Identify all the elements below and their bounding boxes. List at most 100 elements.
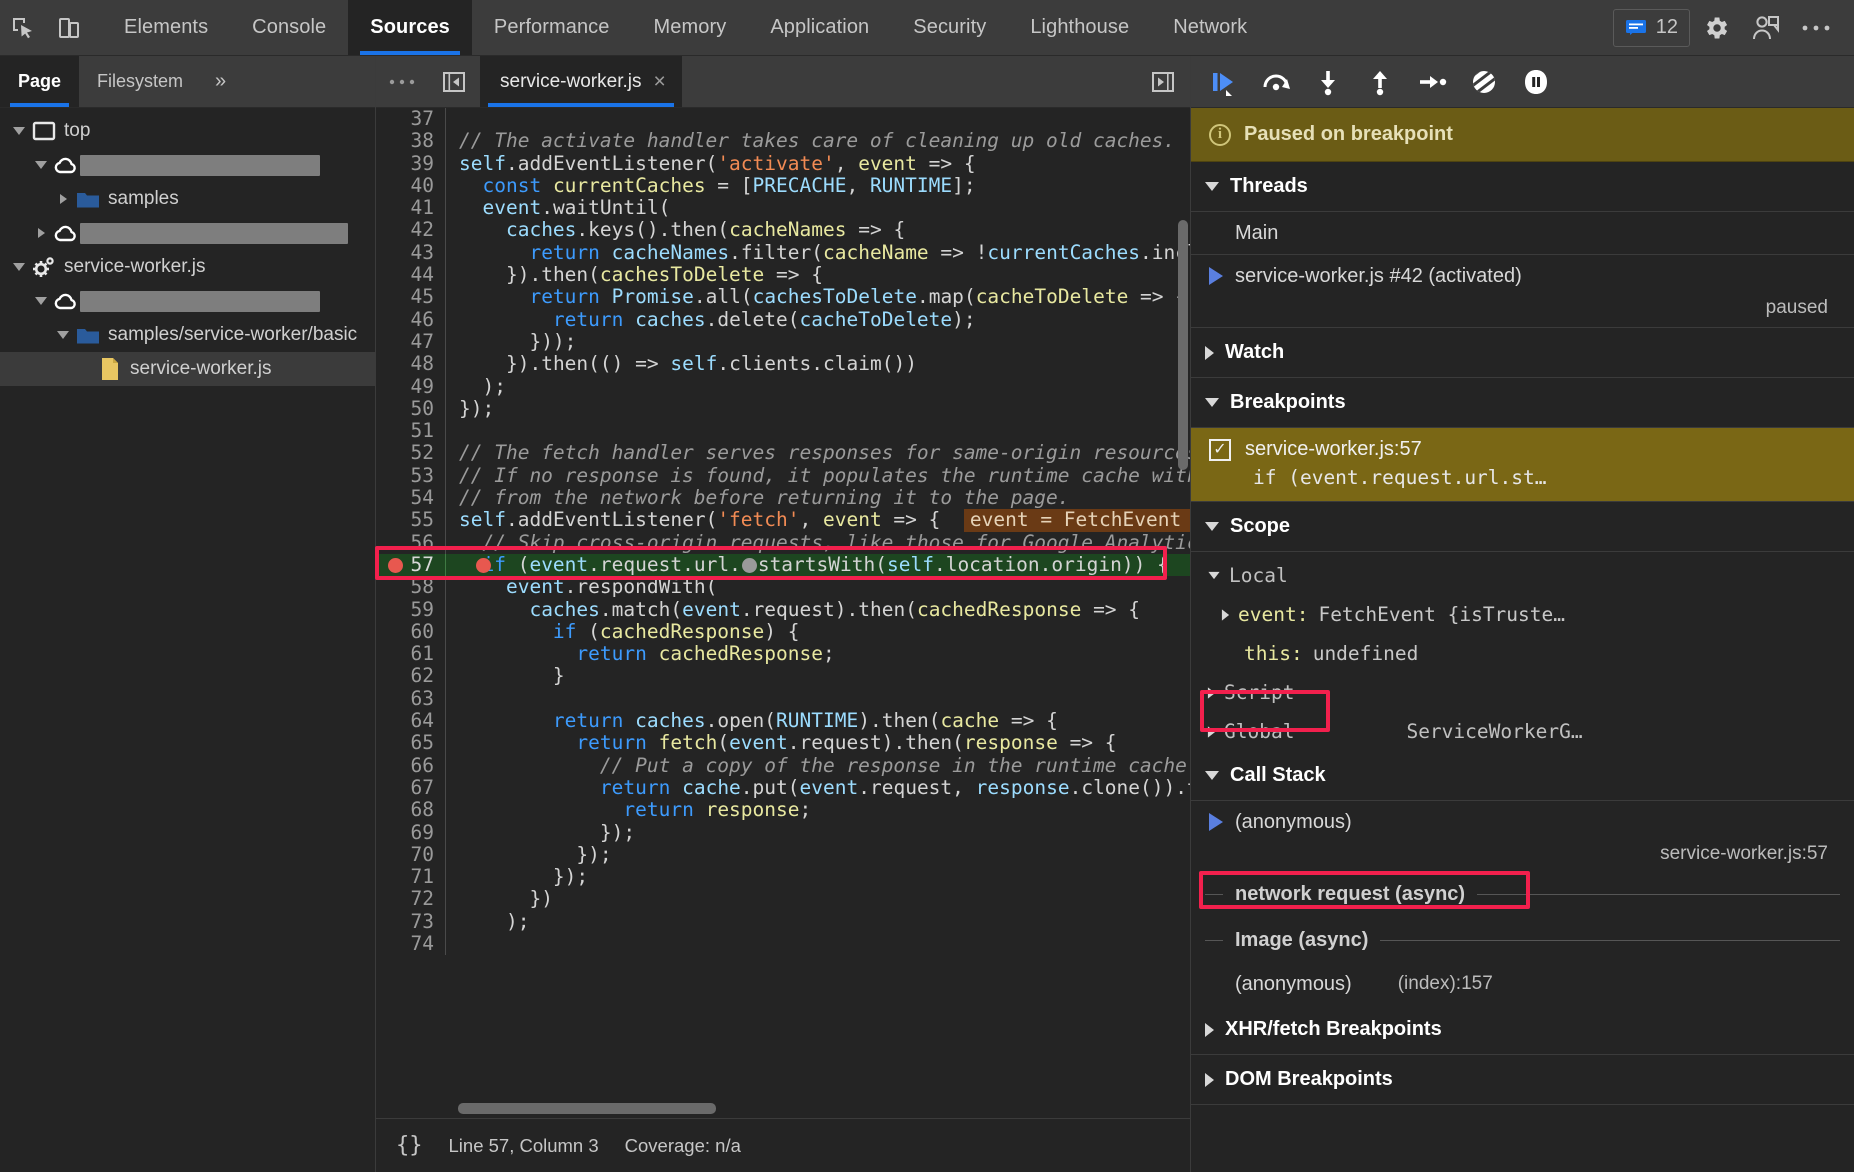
editor-tab-service-worker[interactable]: service-worker.js ×: [480, 56, 682, 107]
thread-item[interactable]: Main: [1191, 212, 1854, 255]
step-into-button[interactable]: [1303, 57, 1353, 107]
code-line[interactable]: 43 return cacheNames.filter(cacheName =>…: [376, 241, 1190, 265]
chevron-right-icon[interactable]: [52, 194, 74, 204]
code-line[interactable]: 70 });: [376, 843, 1190, 867]
tree-item-service-worker-js[interactable]: service-worker.js: [0, 250, 375, 284]
tree-item-service-worker-js[interactable]: service-worker.js: [0, 352, 375, 386]
code-line[interactable]: 62 }: [376, 665, 1190, 688]
line-number[interactable]: 52: [376, 442, 446, 465]
code-line[interactable]: 44 }).then(cachesToDelete => {: [376, 263, 1190, 287]
chevron-down-icon[interactable]: [30, 161, 52, 169]
message-count-chip[interactable]: 12: [1612, 8, 1690, 47]
tree-item-redacted[interactable]: [0, 148, 375, 182]
line-number[interactable]: 58: [376, 575, 446, 599]
line-number[interactable]: 53: [376, 464, 446, 488]
tree-item-redacted[interactable]: [0, 284, 375, 318]
line-number[interactable]: 45: [376, 286, 446, 309]
code-line[interactable]: 40 const currentCaches = [PRECACHE, RUNT…: [376, 174, 1190, 198]
code-line[interactable]: 71 });: [376, 865, 1190, 889]
close-icon[interactable]: ×: [653, 71, 665, 92]
line-number[interactable]: 49: [376, 375, 446, 398]
code-line[interactable]: 46 return caches.delete(cacheToDelete);: [376, 308, 1190, 331]
line-number[interactable]: 48: [376, 352, 446, 376]
code-line[interactable]: 42 caches.keys().then(cacheNames => {: [376, 219, 1190, 242]
pause-on-exceptions-button[interactable]: [1511, 57, 1561, 107]
section-call-stack[interactable]: Call Stack: [1191, 751, 1854, 801]
line-number[interactable]: 72: [376, 888, 446, 911]
code-line[interactable]: 53 // If no response is found, it populat…: [376, 464, 1190, 488]
code-line[interactable]: 64 return caches.open(RUNTIME).then(cach…: [376, 709, 1190, 733]
tab-sources[interactable]: Sources: [348, 0, 472, 55]
section-threads[interactable]: Threads: [1191, 162, 1854, 212]
code-line[interactable]: 65 return fetch(event.request).then(resp…: [376, 732, 1190, 755]
line-number[interactable]: 65: [376, 732, 446, 755]
code-line[interactable]: 60 if (cachedResponse) {: [376, 620, 1190, 644]
chevron-down-icon[interactable]: [8, 127, 30, 135]
scope-variable[interactable]: event: FetchEvent {isTruste…: [1191, 595, 1854, 634]
code-line[interactable]: 47 }));: [376, 330, 1190, 354]
resume-script-button[interactable]: [1199, 57, 1249, 107]
code-line[interactable]: 67 return cache.put(event.request, respo…: [376, 776, 1190, 800]
tree-item-samples[interactable]: samples: [0, 182, 375, 216]
tab-memory[interactable]: Memory: [632, 0, 749, 55]
chevron-right-icon[interactable]: [1221, 608, 1230, 621]
gear-icon[interactable]: [1692, 6, 1740, 50]
tab-elements[interactable]: Elements: [102, 0, 230, 55]
line-number[interactable]: 55: [376, 509, 446, 532]
scope-group[interactable]: Global ServiceWorkerG…: [1191, 712, 1854, 751]
call-stack-frame[interactable]: (anonymous) (index):157: [1191, 963, 1854, 1005]
line-number[interactable]: 70: [376, 843, 446, 867]
code-line[interactable]: 74: [376, 932, 1190, 956]
section-dom-breakpoints[interactable]: DOM Breakpoints: [1191, 1055, 1854, 1105]
code-line[interactable]: 63: [376, 687, 1190, 711]
more-options-icon[interactable]: [1792, 6, 1840, 50]
line-number[interactable]: 64: [376, 709, 446, 733]
nav-overflow-icon[interactable]: »: [201, 56, 240, 107]
line-number[interactable]: 62: [376, 665, 446, 688]
tree-item-redacted[interactable]: [0, 216, 375, 250]
chevron-down-icon[interactable]: [30, 297, 52, 305]
deactivate-breakpoints-button[interactable]: [1459, 57, 1509, 107]
line-number[interactable]: 67: [376, 776, 446, 800]
code-line[interactable]: 72 }): [376, 888, 1190, 911]
pretty-print-icon[interactable]: {}: [396, 1133, 423, 1158]
line-number[interactable]: 42: [376, 219, 446, 242]
line-number[interactable]: 50: [376, 397, 446, 421]
code-line[interactable]: 41 event.waitUntil(: [376, 196, 1190, 220]
code-line[interactable]: 45 return Promise.all(cachesToDelete.map…: [376, 286, 1190, 309]
nav-tab-filesystem[interactable]: Filesystem: [79, 56, 201, 107]
code-line[interactable]: 69 });: [376, 821, 1190, 844]
code-line[interactable]: 52 // The fetch handler serves responses …: [376, 442, 1190, 465]
tree-item-top[interactable]: top: [0, 114, 375, 148]
line-number[interactable]: 57: [376, 553, 446, 577]
tab-security[interactable]: Security: [891, 0, 1008, 55]
line-number[interactable]: 63: [376, 687, 446, 711]
code-line[interactable]: 68 return response;: [376, 798, 1190, 822]
scope-variable[interactable]: this: undefined: [1191, 634, 1854, 673]
line-number[interactable]: 54: [376, 486, 446, 510]
code-line[interactable]: 66 // Put a copy of the response in the …: [376, 754, 1190, 777]
section-xhr-breakpoints[interactable]: XHR/fetch Breakpoints: [1191, 1005, 1854, 1055]
code-line[interactable]: 49 );: [376, 375, 1190, 398]
code-line[interactable]: 51: [376, 419, 1190, 443]
line-number[interactable]: 61: [376, 642, 446, 666]
chevron-down-icon[interactable]: [52, 331, 74, 339]
call-stack-frame[interactable]: (anonymous) service-worker.js:57: [1191, 801, 1854, 871]
line-number[interactable]: 41: [376, 196, 446, 220]
section-watch[interactable]: Watch: [1191, 328, 1854, 378]
inspect-element-icon[interactable]: [0, 0, 46, 55]
code-line[interactable]: 58 event.respondWith(: [376, 575, 1190, 599]
line-number[interactable]: 46: [376, 308, 446, 331]
code-line[interactable]: 39 self.addEventListener('activate', even…: [376, 152, 1190, 175]
line-number[interactable]: 43: [376, 241, 446, 265]
account-icon[interactable]: [1742, 6, 1790, 50]
line-number[interactable]: 47: [376, 330, 446, 354]
device-toolbar-icon[interactable]: [46, 0, 92, 55]
section-scope[interactable]: Scope: [1191, 502, 1854, 552]
line-number[interactable]: 59: [376, 598, 446, 621]
line-number[interactable]: 69: [376, 821, 446, 844]
scope-group[interactable]: Script: [1191, 673, 1854, 712]
line-number[interactable]: 66: [376, 754, 446, 777]
code-line[interactable]: 56 // Skip cross-origin requests, like t…: [376, 531, 1190, 554]
code-line[interactable]: 59 caches.match(event.request).then(cach…: [376, 598, 1190, 621]
